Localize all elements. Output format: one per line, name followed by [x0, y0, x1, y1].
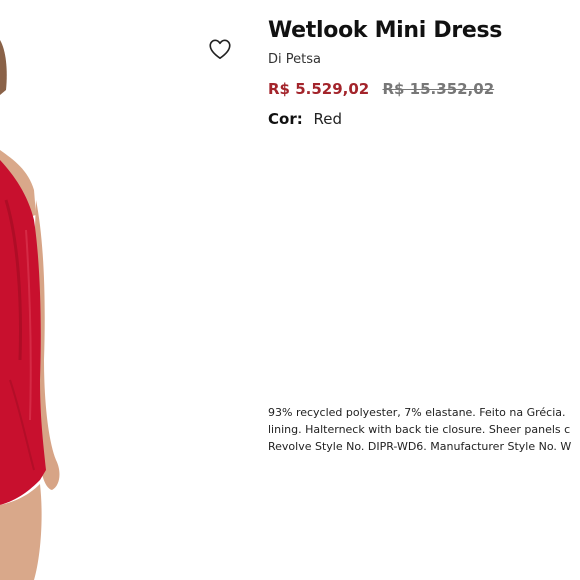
hair-shape [0, 40, 7, 95]
product-description: 93% recycled polyester, 7% elastane. Fei… [268, 404, 580, 455]
color-label: Cor: [268, 110, 303, 128]
product-title: Wetlook Mini Dress [268, 18, 503, 43]
color-value: Red [313, 110, 343, 128]
color-selector: Cor: Red [268, 109, 580, 129]
wishlist-button[interactable] [207, 36, 233, 62]
original-price: R$ 15.352,02 [382, 80, 495, 98]
product-image[interactable] [0, 0, 250, 580]
sale-price: R$ 5.529,02 [268, 80, 370, 98]
description-line: 93% recycled polyester, 7% elastane. Fei… [268, 406, 566, 419]
model-photo [0, 40, 60, 580]
product-info: Wetlook Mini Dress Di Petsa R$ 5.529,02 … [268, 14, 580, 129]
description-line: Revolve Style No. DIPR-WD6. Manufacturer… [268, 440, 572, 453]
description-line: lining. Halterneck with back tie closure… [268, 423, 571, 436]
price-row: R$ 5.529,02 R$ 15.352,02 [268, 79, 580, 99]
brand-link[interactable]: Di Petsa [268, 51, 321, 69]
product-page: Wetlook Mini Dress Di Petsa R$ 5.529,02 … [0, 0, 580, 580]
heart-outline-icon [209, 39, 231, 60]
dress-shape [0, 160, 46, 505]
